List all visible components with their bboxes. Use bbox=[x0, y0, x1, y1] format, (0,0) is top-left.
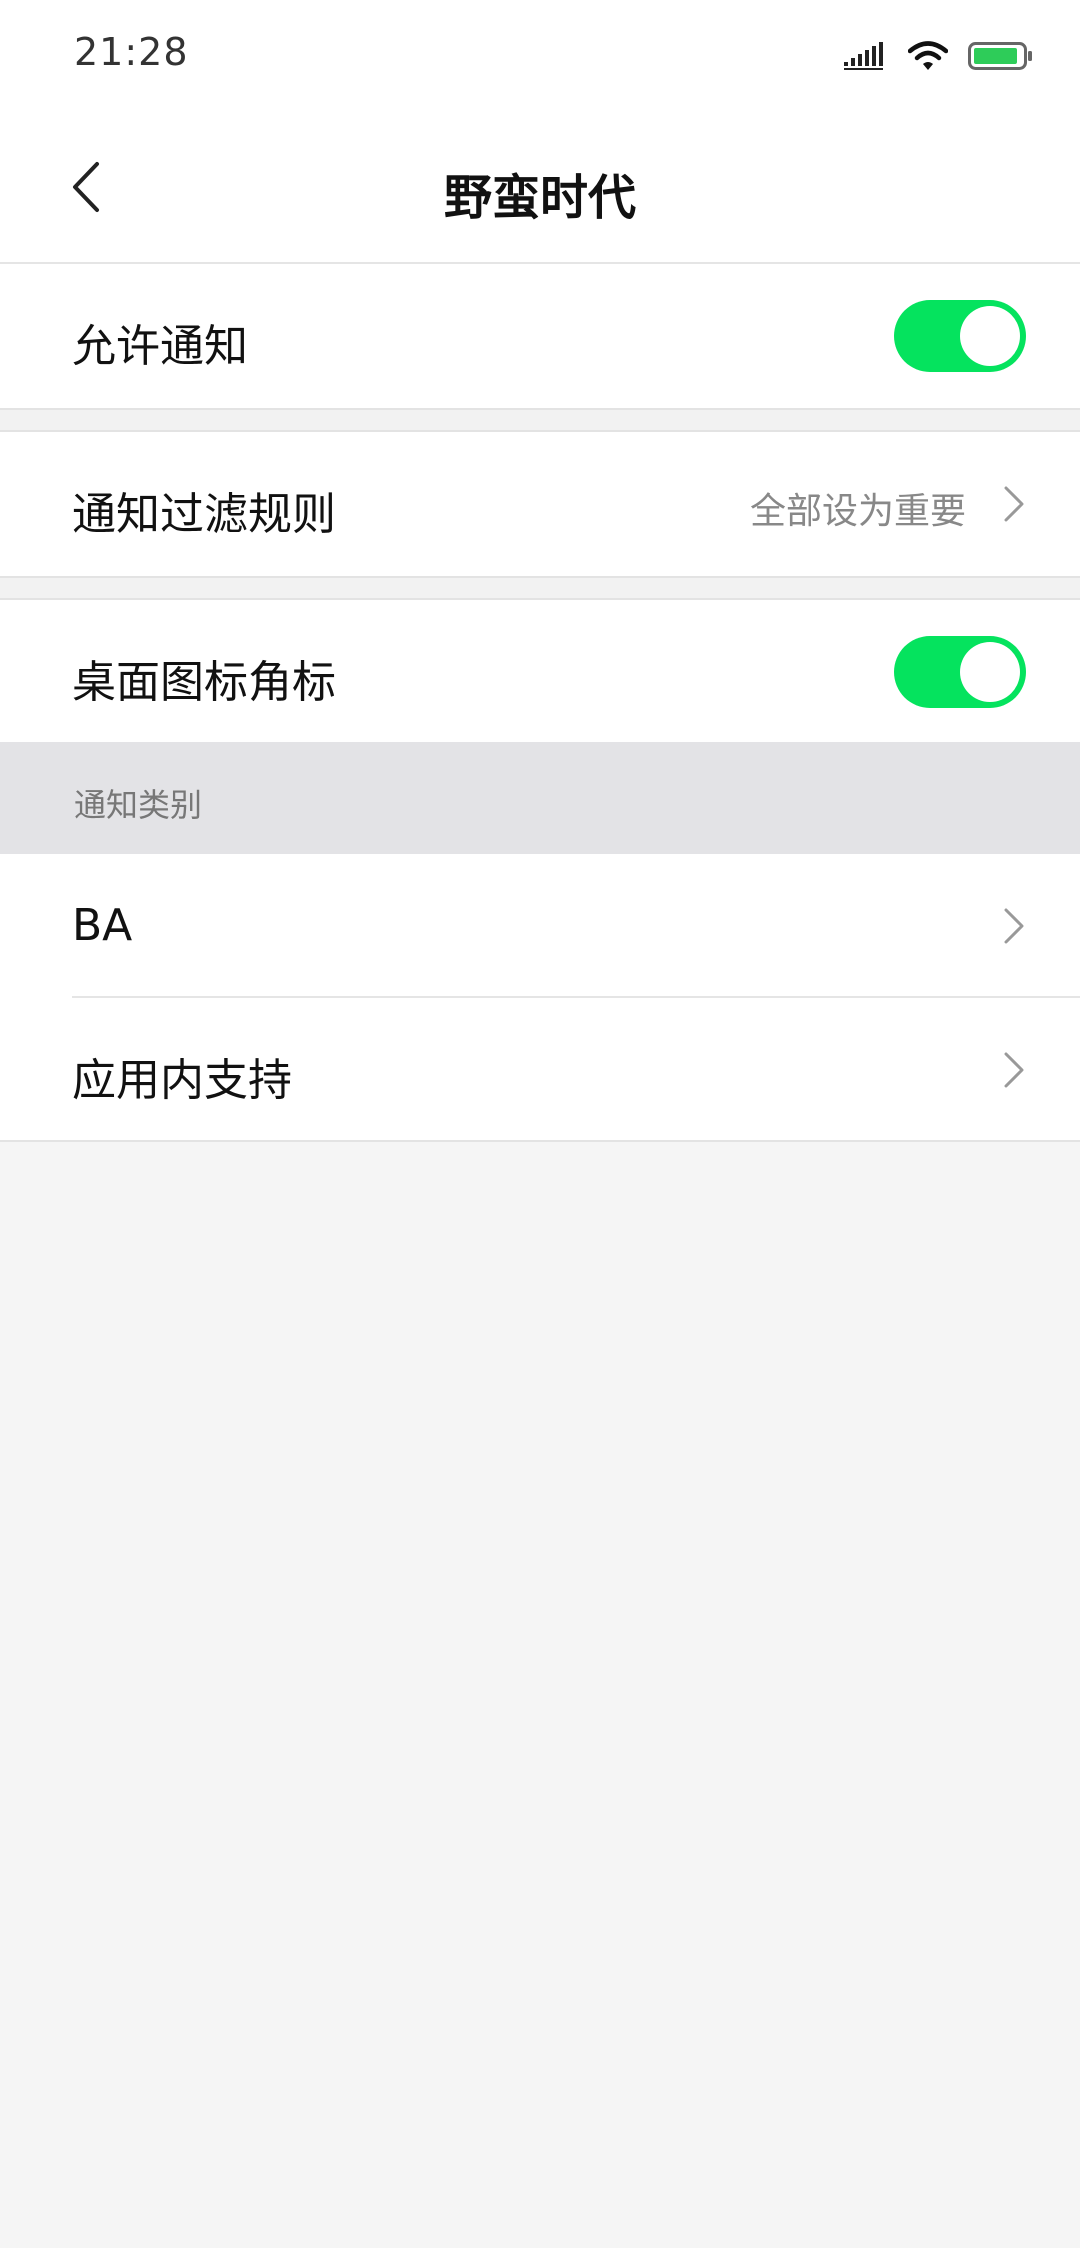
nav-bar: 野蛮时代 bbox=[0, 118, 1080, 264]
list-item-label: BA bbox=[72, 900, 133, 951]
page-title: 野蛮时代 bbox=[443, 170, 636, 226]
list-item[interactable]: 应用内支持 bbox=[0, 998, 1080, 1142]
allow-notifications-label: 允许通知 bbox=[72, 321, 248, 372]
status-bar: 21:28 bbox=[0, 0, 1080, 118]
section-header-label: 通知类别 bbox=[74, 786, 203, 824]
toggle-knob bbox=[960, 306, 1020, 366]
status-icons bbox=[844, 38, 1034, 78]
allow-notifications-row[interactable]: 允许通知 bbox=[0, 264, 1080, 408]
filter-rules-label: 通知过滤规则 bbox=[72, 489, 336, 540]
signal-icon bbox=[844, 40, 888, 76]
wifi-icon bbox=[907, 40, 949, 76]
chevron-right-icon bbox=[1002, 906, 1026, 946]
filter-rules-row[interactable]: 通知过滤规则 全部设为重要 bbox=[0, 432, 1080, 576]
badge-label: 桌面图标角标 bbox=[72, 657, 336, 708]
battery-icon bbox=[968, 40, 1034, 76]
status-time: 21:28 bbox=[74, 30, 189, 74]
section-header: 通知类别 bbox=[0, 742, 1080, 854]
filter-rules-value: 全部设为重要 bbox=[749, 491, 966, 532]
section-gap bbox=[0, 408, 1080, 432]
list-item-label: 应用内支持 bbox=[72, 1055, 292, 1106]
badge-toggle[interactable] bbox=[894, 636, 1026, 708]
toggle-knob bbox=[960, 642, 1020, 702]
chevron-right-icon bbox=[1002, 484, 1026, 524]
allow-notifications-toggle[interactable] bbox=[894, 300, 1026, 372]
list-item[interactable]: BA bbox=[0, 854, 1080, 998]
chevron-right-icon bbox=[1002, 1050, 1026, 1090]
section-gap bbox=[0, 576, 1080, 600]
badge-row[interactable]: 桌面图标角标 bbox=[0, 600, 1080, 742]
